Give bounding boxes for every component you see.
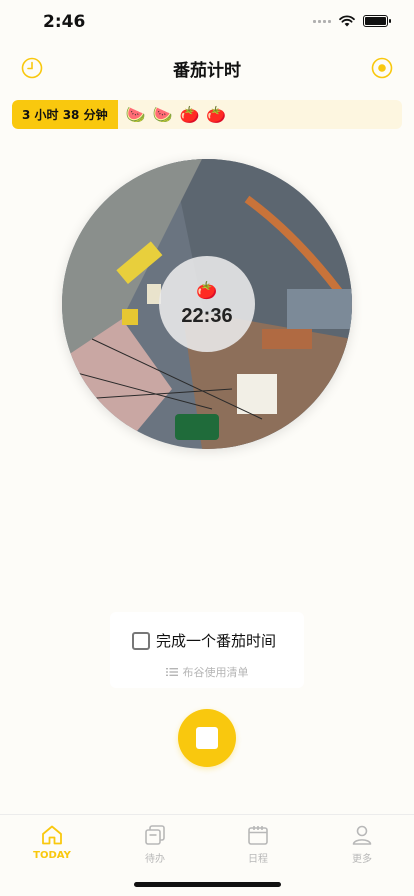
list-icon: [165, 668, 178, 676]
watermelon-icon: 🍉: [152, 105, 173, 124]
calendar-icon: [248, 826, 268, 845]
person-icon: [352, 825, 372, 845]
signal-icon: [313, 19, 331, 23]
tomato-icon: 🍅: [206, 105, 227, 124]
total-time-badge: 3 小时 38 分钟: [12, 100, 118, 129]
tab-label: 日程: [248, 854, 268, 865]
task-list-link[interactable]: 布谷使用清单: [110, 664, 304, 680]
focus-mode-button[interactable]: [370, 56, 394, 80]
timer-time: 22:36: [181, 304, 233, 327]
battery-icon: [363, 15, 391, 27]
home-icon: [42, 825, 62, 845]
todo-icon: [145, 825, 165, 845]
daily-tally: 3 小时 38 分钟 🍉 🍉 🍅 🍅: [12, 100, 402, 129]
task-label: 完成一个番茄时间: [156, 632, 277, 650]
tab-label: 更多: [352, 854, 372, 865]
task-checkbox[interactable]: [132, 631, 150, 650]
target-icon: [371, 57, 393, 79]
tab-todo[interactable]: 待办: [115, 823, 195, 865]
tomato-icon: 🍅: [179, 105, 200, 124]
stop-button[interactable]: [178, 709, 236, 767]
nav-bar: 番茄计时: [0, 48, 414, 88]
page-title: 番茄计时: [173, 61, 241, 81]
status-icons: [313, 15, 391, 27]
timer-display: 🍅 22:36: [159, 256, 255, 352]
home-indicator: [134, 882, 281, 887]
wifi-icon: [339, 15, 355, 27]
status-bar: 2:46: [0, 0, 414, 48]
timer-circle[interactable]: 🍅 22:36: [62, 159, 352, 449]
task-card: 完成一个番茄时间 布谷使用清单: [110, 612, 304, 688]
tally-items: 🍉 🍉 🍅 🍅: [118, 105, 227, 124]
tomato-icon: 🍅: [196, 280, 218, 301]
tab-schedule[interactable]: 日程: [218, 823, 298, 865]
tab-more[interactable]: 更多: [322, 823, 402, 865]
tab-today[interactable]: TODAY: [12, 823, 92, 861]
watermelon-icon: 🍉: [125, 105, 146, 124]
tab-label: TODAY: [33, 850, 71, 861]
stop-icon: [196, 727, 218, 749]
task-checkbox-row[interactable]: 完成一个番茄时间: [132, 630, 276, 651]
tab-label: 待办: [145, 854, 165, 865]
task-sub-label: 布谷使用清单: [182, 666, 249, 679]
status-time: 2:46: [43, 12, 86, 32]
